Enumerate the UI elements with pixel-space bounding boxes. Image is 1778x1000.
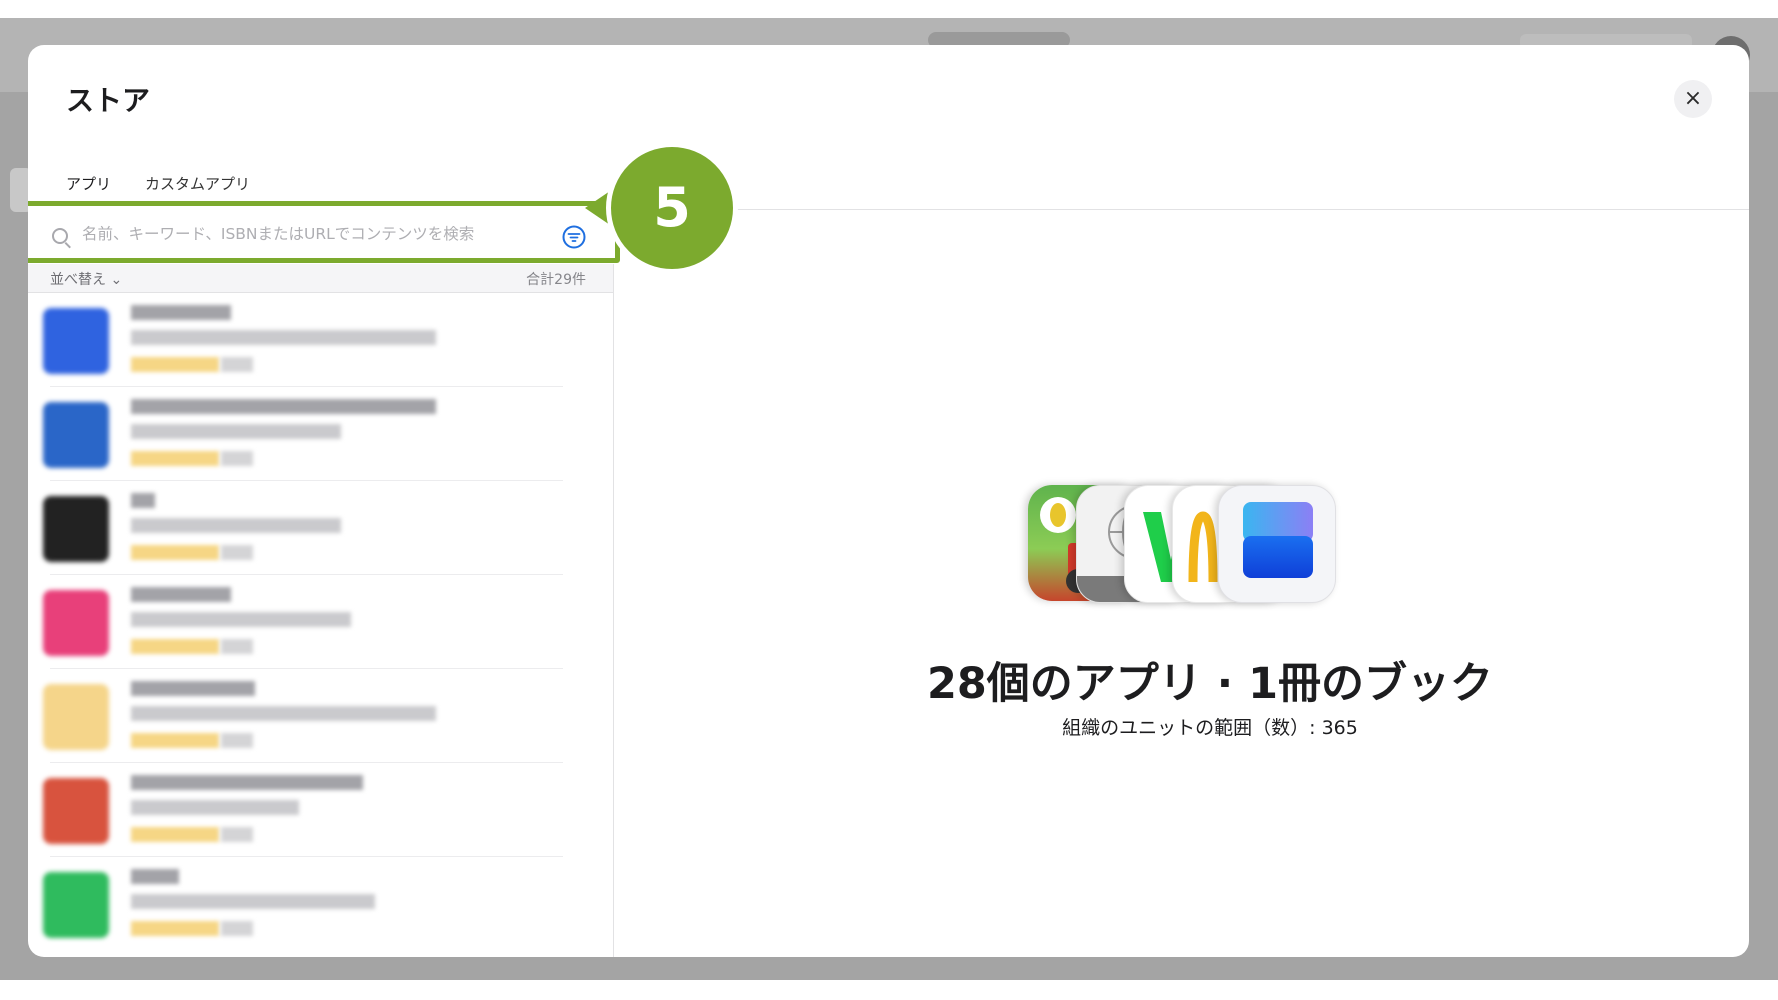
rating-stars-blurred: [131, 545, 219, 560]
sort-dropdown[interactable]: 並べ替え ⌄: [50, 269, 122, 289]
search-icon: [52, 228, 68, 244]
rating-stars-blurred: [131, 733, 219, 748]
rating-count-blurred: [221, 451, 253, 466]
rating-count-blurred: [221, 639, 253, 654]
app-icon-stack: [1028, 485, 1348, 605]
list-item[interactable]: [28, 481, 613, 575]
app-developer-blurred: [131, 612, 351, 627]
store-modal: ストア × アプリ カスタムアプリ 並べ替え ⌄ 合計29件: [28, 45, 1749, 957]
rating-count-blurred: [221, 827, 253, 842]
app-name-blurred: [131, 775, 363, 790]
summary-subtitle: 組織のユニットの範囲（数）: 365: [1062, 717, 1358, 739]
modal-title: ストア: [66, 84, 151, 117]
close-icon: ×: [1683, 86, 1703, 111]
close-button[interactable]: ×: [1674, 80, 1712, 118]
pane-divider: [613, 264, 614, 957]
summary-title: 28個のアプリ · 1冊のブック: [926, 659, 1494, 709]
rating-count-blurred: [221, 545, 253, 560]
filter-icon[interactable]: [562, 225, 586, 249]
list-item[interactable]: [28, 857, 613, 951]
app-developer-blurred: [131, 330, 436, 345]
rating-count-blurred: [221, 733, 253, 748]
search-input[interactable]: [80, 217, 564, 251]
rating-stars-blurred: [131, 827, 219, 842]
app-name-blurred: [131, 399, 436, 414]
rating-stars-blurred: [131, 451, 219, 466]
total-count: 合計29件: [526, 272, 586, 288]
app-icon: [43, 496, 109, 562]
app-list: [28, 293, 613, 951]
app-icon: [43, 590, 109, 656]
app-developer-blurred: [131, 800, 299, 815]
rating-stars-blurred: [131, 639, 219, 654]
list-item[interactable]: [28, 763, 613, 857]
step-callout-badge: 5: [606, 142, 738, 274]
tab-apps[interactable]: アプリ: [66, 173, 111, 194]
app-icon: [43, 402, 109, 468]
list-item[interactable]: [28, 387, 613, 481]
app-name-blurred: [131, 305, 231, 320]
list-item[interactable]: [28, 575, 613, 669]
list-header: 並べ替え ⌄ 合計29件: [28, 264, 614, 293]
app-icon: [43, 684, 109, 750]
blue-cards-app-icon: [1218, 485, 1336, 603]
app-name-blurred: [131, 587, 231, 602]
header-divider: [614, 209, 1749, 210]
app-name-blurred: [131, 869, 179, 884]
app-icon: [43, 778, 109, 844]
app-name-blurred: [131, 493, 155, 508]
app-developer-blurred: [131, 894, 375, 909]
rating-count-blurred: [221, 921, 253, 936]
app-developer-blurred: [131, 706, 436, 721]
app-icon: [43, 872, 109, 938]
app-developer-blurred: [131, 518, 341, 533]
app-developer-blurred: [131, 424, 341, 439]
rating-stars-blurred: [131, 357, 219, 372]
tab-custom-apps[interactable]: カスタムアプリ: [145, 173, 250, 194]
app-name-blurred: [131, 681, 255, 696]
rating-count-blurred: [221, 357, 253, 372]
app-icon: [43, 308, 109, 374]
list-item[interactable]: [28, 293, 613, 387]
rating-stars-blurred: [131, 921, 219, 936]
list-item[interactable]: [28, 669, 613, 763]
